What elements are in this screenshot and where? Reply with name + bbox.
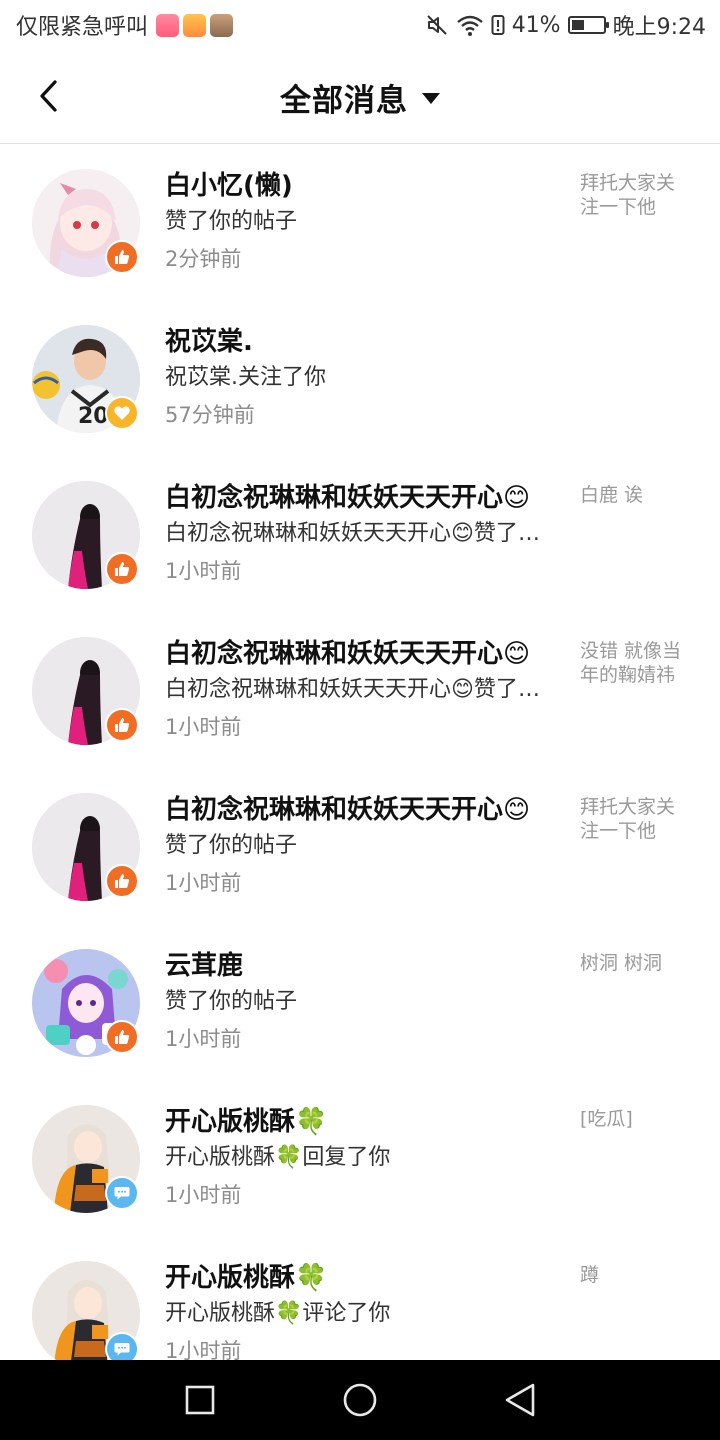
like-badge bbox=[105, 864, 139, 898]
message-action: 开心版桃酥🍀评论了你 bbox=[165, 1301, 391, 1326]
message-action: 祝苡棠.关注了你 bbox=[165, 365, 326, 390]
header: 全部消息 bbox=[0, 50, 720, 144]
message-action: 白初念祝琳琳和妖妖天天开心😊赞了你的评论 bbox=[165, 677, 550, 702]
thumbs-up-icon bbox=[115, 718, 130, 732]
message-item[interactable]: 20 祝苡棠. 祝苡棠.关注了你 57分钟前 bbox=[0, 301, 720, 457]
message-item[interactable]: 白小忆(懒) 赞了你的帖子 2分钟前 拜托大家关注一下他 bbox=[0, 145, 720, 301]
message-preview[interactable]: 白鹿 诶 bbox=[580, 483, 692, 507]
message-item[interactable]: 开心版桃酥🍀 开心版桃酥🍀评论了你 1小时前 蹲 bbox=[0, 1237, 720, 1360]
thumbs-up-icon bbox=[115, 562, 130, 576]
clock: 晚上9:24 bbox=[612, 15, 706, 40]
notification-icons bbox=[156, 13, 234, 37]
page-title: 全部消息 bbox=[280, 82, 408, 119]
message-filter-dropdown[interactable]: 全部消息 bbox=[0, 50, 720, 144]
recent-apps-button[interactable] bbox=[170, 1370, 230, 1430]
message-item[interactable]: 开心版桃酥🍀 开心版桃酥🍀回复了你 1小时前 [吃瓜] bbox=[0, 1081, 720, 1237]
mute-icon bbox=[426, 15, 447, 35]
status-right: 41% 晚上9:24 bbox=[425, 9, 706, 41]
message-time: 57分钟前 bbox=[165, 403, 255, 427]
app-notification-icon bbox=[183, 13, 207, 37]
like-badge bbox=[105, 1020, 139, 1054]
carrier-text: 仅限紧急呼叫 bbox=[16, 15, 149, 40]
message-item[interactable]: 白初念祝琳琳和妖妖天天开心😊 赞了你的帖子 1小时前 拜托大家关注一下他 bbox=[0, 769, 720, 925]
thumbs-up-icon bbox=[115, 1030, 130, 1044]
circle-icon bbox=[343, 1383, 377, 1417]
message-action: 开心版桃酥🍀回复了你 bbox=[165, 1145, 391, 1170]
status-bar: 仅限紧急呼叫 41% 晚上9:24 bbox=[0, 0, 720, 50]
sender-name[interactable]: 开心版桃酥🍀 bbox=[165, 1261, 555, 1295]
message-action: 白初念祝琳琳和妖妖天天开心😊赞了你的评论 bbox=[165, 521, 550, 546]
like-badge bbox=[105, 240, 139, 274]
battery-percent: 41% bbox=[511, 12, 561, 38]
message-action: 赞了你的帖子 bbox=[165, 833, 298, 858]
app-notification-icon bbox=[156, 13, 180, 37]
heart-icon bbox=[114, 406, 130, 420]
message-time: 2分钟前 bbox=[165, 247, 242, 271]
sender-name[interactable]: 白小忆(懒) bbox=[165, 169, 555, 203]
sender-name[interactable]: 白初念祝琳琳和妖妖天天开心😊 bbox=[165, 793, 555, 827]
battery-alert-icon bbox=[491, 15, 505, 35]
wifi-icon bbox=[456, 15, 483, 36]
thumbs-up-icon bbox=[115, 874, 130, 888]
comment-badge bbox=[105, 1176, 139, 1210]
message-time: 1小时前 bbox=[165, 559, 242, 583]
thumbs-up-icon bbox=[115, 250, 130, 264]
chat-bubble-icon bbox=[114, 1343, 130, 1356]
caret-down-icon bbox=[422, 92, 440, 104]
follow-badge bbox=[105, 396, 139, 430]
system-back-button[interactable] bbox=[490, 1370, 550, 1430]
message-preview[interactable]: 蹲 bbox=[580, 1263, 692, 1287]
square-icon bbox=[185, 1385, 215, 1415]
like-badge bbox=[105, 708, 139, 742]
status-left: 仅限紧急呼叫 bbox=[16, 9, 234, 41]
home-button[interactable] bbox=[330, 1370, 390, 1430]
message-preview[interactable]: 树洞 树洞 bbox=[580, 951, 692, 975]
triangle-back-icon bbox=[505, 1383, 535, 1417]
message-preview[interactable]: 拜托大家关注一下他 bbox=[580, 795, 692, 843]
message-item[interactable]: 云茸鹿 赞了你的帖子 1小时前 树洞 树洞 bbox=[0, 925, 720, 1081]
sender-name[interactable]: 开心版桃酥🍀 bbox=[165, 1105, 555, 1139]
sender-name[interactable]: 祝苡棠. bbox=[165, 325, 555, 359]
sender-name[interactable]: 白初念祝琳琳和妖妖天天开心😊 bbox=[165, 481, 555, 515]
message-item[interactable]: 白初念祝琳琳和妖妖天天开心😊 白初念祝琳琳和妖妖天天开心😊赞了你的评论 1小时前… bbox=[0, 457, 720, 613]
sender-name[interactable]: 云茸鹿 bbox=[165, 949, 555, 983]
message-action: 赞了你的帖子 bbox=[165, 209, 298, 234]
app-notification-icon bbox=[210, 13, 234, 37]
message-preview[interactable]: 拜托大家关注一下他 bbox=[580, 171, 692, 219]
message-time: 1小时前 bbox=[165, 1339, 242, 1360]
message-time: 1小时前 bbox=[165, 1027, 242, 1051]
battery-fill bbox=[571, 20, 584, 30]
svg-text:20: 20 bbox=[78, 404, 109, 429]
message-preview[interactable]: 没错 就像当年的鞠婧祎一样 bbox=[580, 639, 692, 687]
battery-icon bbox=[567, 16, 609, 34]
message-item[interactable]: 白初念祝琳琳和妖妖天天开心😊 白初念祝琳琳和妖妖天天开心😊赞了你的评论 1小时前… bbox=[0, 613, 720, 769]
system-nav-bar bbox=[0, 1360, 720, 1440]
like-badge bbox=[105, 552, 139, 586]
sender-name[interactable]: 白初念祝琳琳和妖妖天天开心😊 bbox=[165, 637, 555, 671]
comment-badge bbox=[105, 1332, 139, 1360]
message-list[interactable]: 白小忆(懒) 赞了你的帖子 2分钟前 拜托大家关注一下他 20 祝苡棠. 祝苡棠… bbox=[0, 145, 720, 1360]
chat-bubble-icon bbox=[114, 1187, 130, 1200]
message-preview[interactable]: [吃瓜] bbox=[580, 1107, 692, 1131]
message-action: 赞了你的帖子 bbox=[165, 989, 298, 1014]
message-time: 1小时前 bbox=[165, 871, 242, 895]
message-time: 1小时前 bbox=[165, 1183, 242, 1207]
message-time: 1小时前 bbox=[165, 715, 242, 739]
